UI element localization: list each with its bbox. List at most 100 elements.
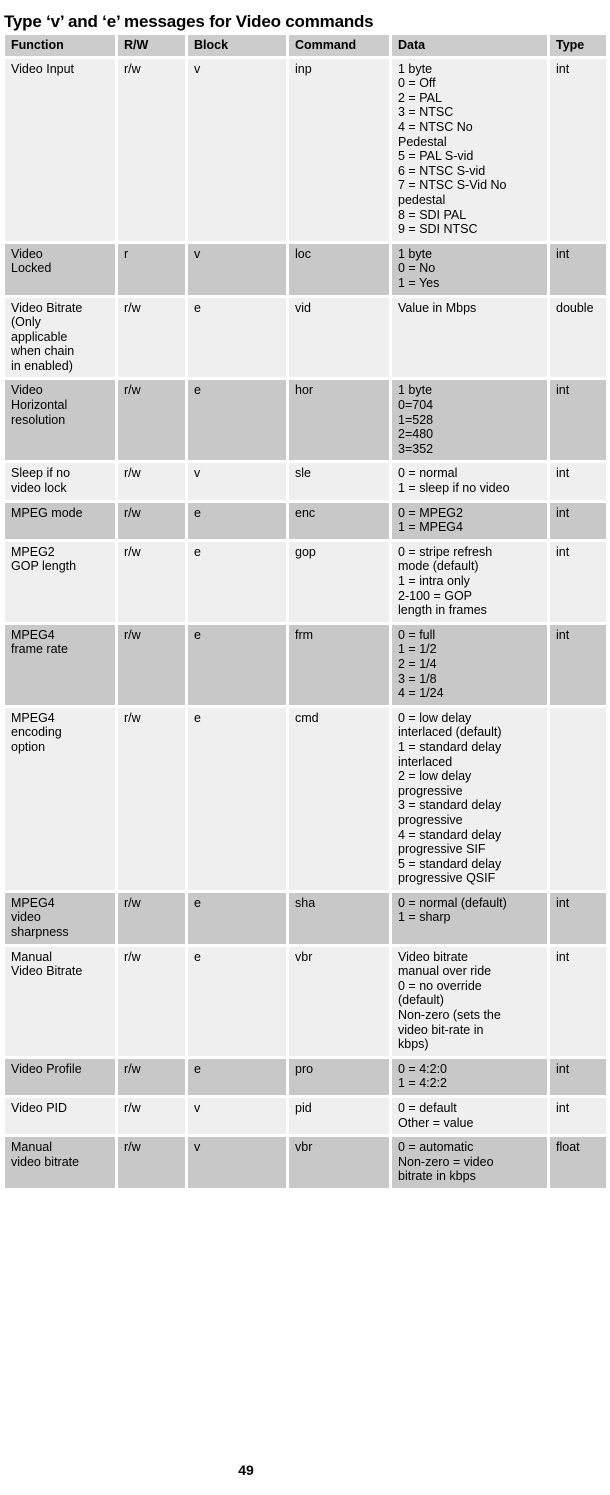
column-header-data: Data [392,35,547,56]
cell-type: float [550,1137,606,1188]
cell-function: Sleep if no video lock [5,463,115,500]
cell-rw: r/w [118,1098,185,1135]
cell-command: vbr [289,1137,389,1188]
cell-type: int [550,463,606,500]
column-header-rw: R/W [118,35,185,56]
cell-data: 1 byte 0 = Off 2 = PAL 3 = NTSC 4 = NTSC… [392,58,547,241]
cell-command: pid [289,1098,389,1135]
cell-rw: r/w [118,624,185,705]
cell-data: 0 = normal (default) 1 = sharp [392,892,547,944]
cell-data: 0 = stripe refresh mode (default) 1 = in… [392,541,547,622]
cell-function: Manual video bitrate [5,1137,115,1188]
cell-type: int [550,946,606,1056]
cell-block: e [188,541,286,622]
table-row: Sleep if no video lock r/w v sle 0 = normal … [5,463,606,500]
cell-command: vid [289,297,389,378]
cell-command: sha [289,892,389,944]
column-header-function: Function [5,35,115,56]
table-header-row: Function R/W Block Command Data Type [5,35,606,56]
table-row: MPEG4 frame rate r/w e frm 0 = full 1 = 1/2 … [5,624,606,705]
cell-type: int [550,243,606,295]
cell-command: vbr [289,946,389,1056]
cell-rw: r/w [118,541,185,622]
cell-function: Video Bitrate (Only applicable when chai… [5,297,115,378]
column-header-command: Command [289,35,389,56]
cell-block: v [188,58,286,241]
cell-rw: r/w [118,380,185,461]
cell-function: MPEG4 frame rate [5,624,115,705]
cell-data: 0 = 4:2:0 1 = 4:2:2 [392,1058,547,1095]
table-row: Manual video bitrate r/w v vbr 0 = automatic… [5,1137,606,1188]
video-commands-table: Function R/W Block Command Data Type Vid… [2,32,609,1191]
cell-function: Video Locked [5,243,115,295]
cell-data: 0 = normal 1 = sleep if no video [392,463,547,500]
cell-data: Video bitrate manual over ride 0 = no ov… [392,946,547,1056]
table-row: Video Horizontal resolution r/w e hor 1 byte… [5,380,606,461]
cell-block: e [188,892,286,944]
video-commands-table-wrapper: Function R/W Block Command Data Type Vid… [2,32,610,1191]
cell-type: int [550,624,606,705]
cell-block: v [188,243,286,295]
cell-type [550,707,606,890]
cell-rw: r/w [118,297,185,378]
cell-data: 1 byte 0=704 1=528 2=480 3=352 [392,380,547,461]
table-row: Video Profile r/w e pro 0 = 4:2:0 1 = 4:2:2 i… [5,1058,606,1095]
cell-rw: r/w [118,946,185,1056]
page-title: Type ‘v’ and ‘e’ messages for Video comm… [4,12,374,32]
cell-type: double [550,297,606,378]
cell-rw: r/w [118,707,185,890]
cell-type: int [550,58,606,241]
table-row: MPEG4 video sharpness r/w e sha 0 = normal (… [5,892,606,944]
cell-command: loc [289,243,389,295]
cell-data: 0 = default Other = value [392,1098,547,1135]
cell-function: MPEG4 encoding option [5,707,115,890]
table-row: Video Locked r v loc 1 byte 0 = No 1 = Yes in… [5,243,606,295]
table-row: Video PID r/w v pid 0 = default Other = valu… [5,1098,606,1135]
cell-rw: r/w [118,1058,185,1095]
column-header-type: Type [550,35,606,56]
cell-function: MPEG mode [5,502,115,539]
table-row: Manual Video Bitrate r/w e vbr Video bitrate… [5,946,606,1056]
cell-function: Video Profile [5,1058,115,1095]
cell-command: enc [289,502,389,539]
cell-block: v [188,463,286,500]
cell-function: MPEG4 video sharpness [5,892,115,944]
cell-block: e [188,1058,286,1095]
cell-function: Manual Video Bitrate [5,946,115,1056]
cell-function: Video Input [5,58,115,241]
cell-rw: r/w [118,58,185,241]
cell-block: e [188,297,286,378]
table-row: MPEG2 GOP length r/w e gop 0 = stripe refres… [5,541,606,622]
cell-block: e [188,502,286,539]
cell-command: inp [289,58,389,241]
table-row: MPEG4 encoding option r/w e cmd 0 = low dela… [5,707,606,890]
column-header-block: Block [188,35,286,56]
cell-block: e [188,946,286,1056]
cell-rw: r/w [118,463,185,500]
cell-command: hor [289,380,389,461]
cell-command: sle [289,463,389,500]
page-number: 49 [238,1462,254,1478]
cell-type: int [550,1098,606,1135]
cell-type: int [550,380,606,461]
cell-command: frm [289,624,389,705]
cell-command: gop [289,541,389,622]
cell-block: v [188,1137,286,1188]
table-row: Video Input r/w v inp 1 byte 0 = Off 2 = PAL… [5,58,606,241]
cell-function: MPEG2 GOP length [5,541,115,622]
cell-data: 0 = low delay interlaced (default) 1 = s… [392,707,547,890]
table-row: Video Bitrate (Only applicable when chai… [5,297,606,378]
cell-block: e [188,707,286,890]
cell-function: Video Horizontal resolution [5,380,115,461]
cell-rw: r/w [118,502,185,539]
cell-rw: r [118,243,185,295]
cell-data: 1 byte 0 = No 1 = Yes [392,243,547,295]
cell-command: cmd [289,707,389,890]
cell-type: int [550,502,606,539]
cell-rw: r/w [118,1137,185,1188]
cell-block: e [188,624,286,705]
cell-data: Value in Mbps [392,297,547,378]
cell-block: e [188,380,286,461]
cell-data: 0 = full 1 = 1/2 2 = 1/4 3 = 1/8 4 = 1/2… [392,624,547,705]
table-row: MPEG mode r/w e enc 0 = MPEG2 1 = MPEG4 int [5,502,606,539]
